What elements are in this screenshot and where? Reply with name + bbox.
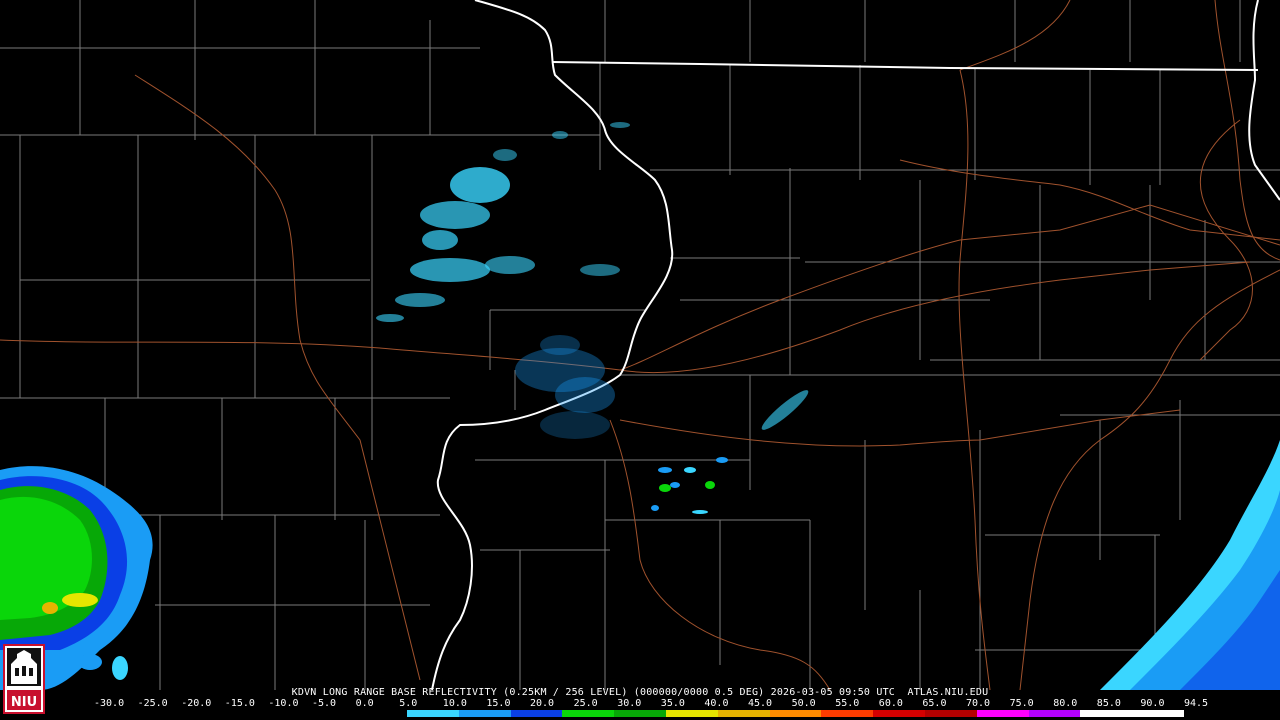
logo-text: NIU [11,695,37,710]
colorbar-swatch [925,710,977,717]
colorbar-swatch [510,710,563,717]
colorbar-swatch [1080,710,1133,717]
colorbar-label: 10.0 [442,698,467,709]
colorbar-label: 55.0 [835,698,860,709]
colorbar-swatch [1132,710,1185,717]
colorbar-label: -30.0 [94,698,125,709]
niu-seal-icon: NIU [3,644,45,714]
colorbar-label: 35.0 [660,698,685,709]
colorbar-label: 65.0 [922,698,947,709]
colorbar-label: -15.0 [224,698,255,709]
colorbar-swatch [199,710,252,717]
colorbar-label: 0.0 [355,698,374,709]
colorbar-swatch [562,710,615,717]
colorbar-swatch [665,710,718,717]
colorbar-label: 25.0 [573,698,598,709]
colorbar-swatch [96,710,148,717]
colorbar-label: 80.0 [1053,698,1078,709]
colorbar-swatch [303,710,356,717]
colorbar-label: -10.0 [268,698,299,709]
colorbar-swatch [251,710,304,717]
colorbar-label: 75.0 [1009,698,1034,709]
colorbar-label: -5.0 [312,698,337,709]
colorbar-label: 15.0 [486,698,511,709]
colorbar-swatch [873,710,925,717]
colorbar-swatch [147,710,200,717]
colorbar-label: 70.0 [966,698,991,709]
colorbar-label: 94.5 [1184,698,1209,709]
colorbar-label: 5.0 [399,698,418,709]
colorbar-label: 20.0 [530,698,555,709]
colorbar-label: 45.0 [748,698,773,709]
colorbar-swatch [406,710,459,717]
colorbar-label: -25.0 [137,698,168,709]
colorbar-label: 90.0 [1140,698,1165,709]
radar-map [0,0,1280,720]
colorbar-label: 40.0 [704,698,729,709]
colorbar-swatch [355,710,407,717]
colorbar-swatch [1028,710,1081,717]
colorbar-swatch [821,710,874,717]
colorbar-label: -20.0 [181,698,212,709]
colorbar-label: 85.0 [1096,698,1121,709]
colorbar-swatch [769,710,822,717]
colorbar-label: 60.0 [878,698,903,709]
colorbar-label: 50.0 [791,698,816,709]
colorbar-label: 30.0 [617,698,642,709]
colorbar [96,710,1185,717]
colorbar-swatch [614,710,666,717]
colorbar-swatch [976,710,1029,717]
colorbar-labels: -30.0 -25.0 -20.0 -15.0 -10.0 -5.0 0.0 5.0 10.0 1… [90,698,1208,710]
colorbar-swatch [717,710,770,717]
colorbar-swatch [458,710,511,717]
